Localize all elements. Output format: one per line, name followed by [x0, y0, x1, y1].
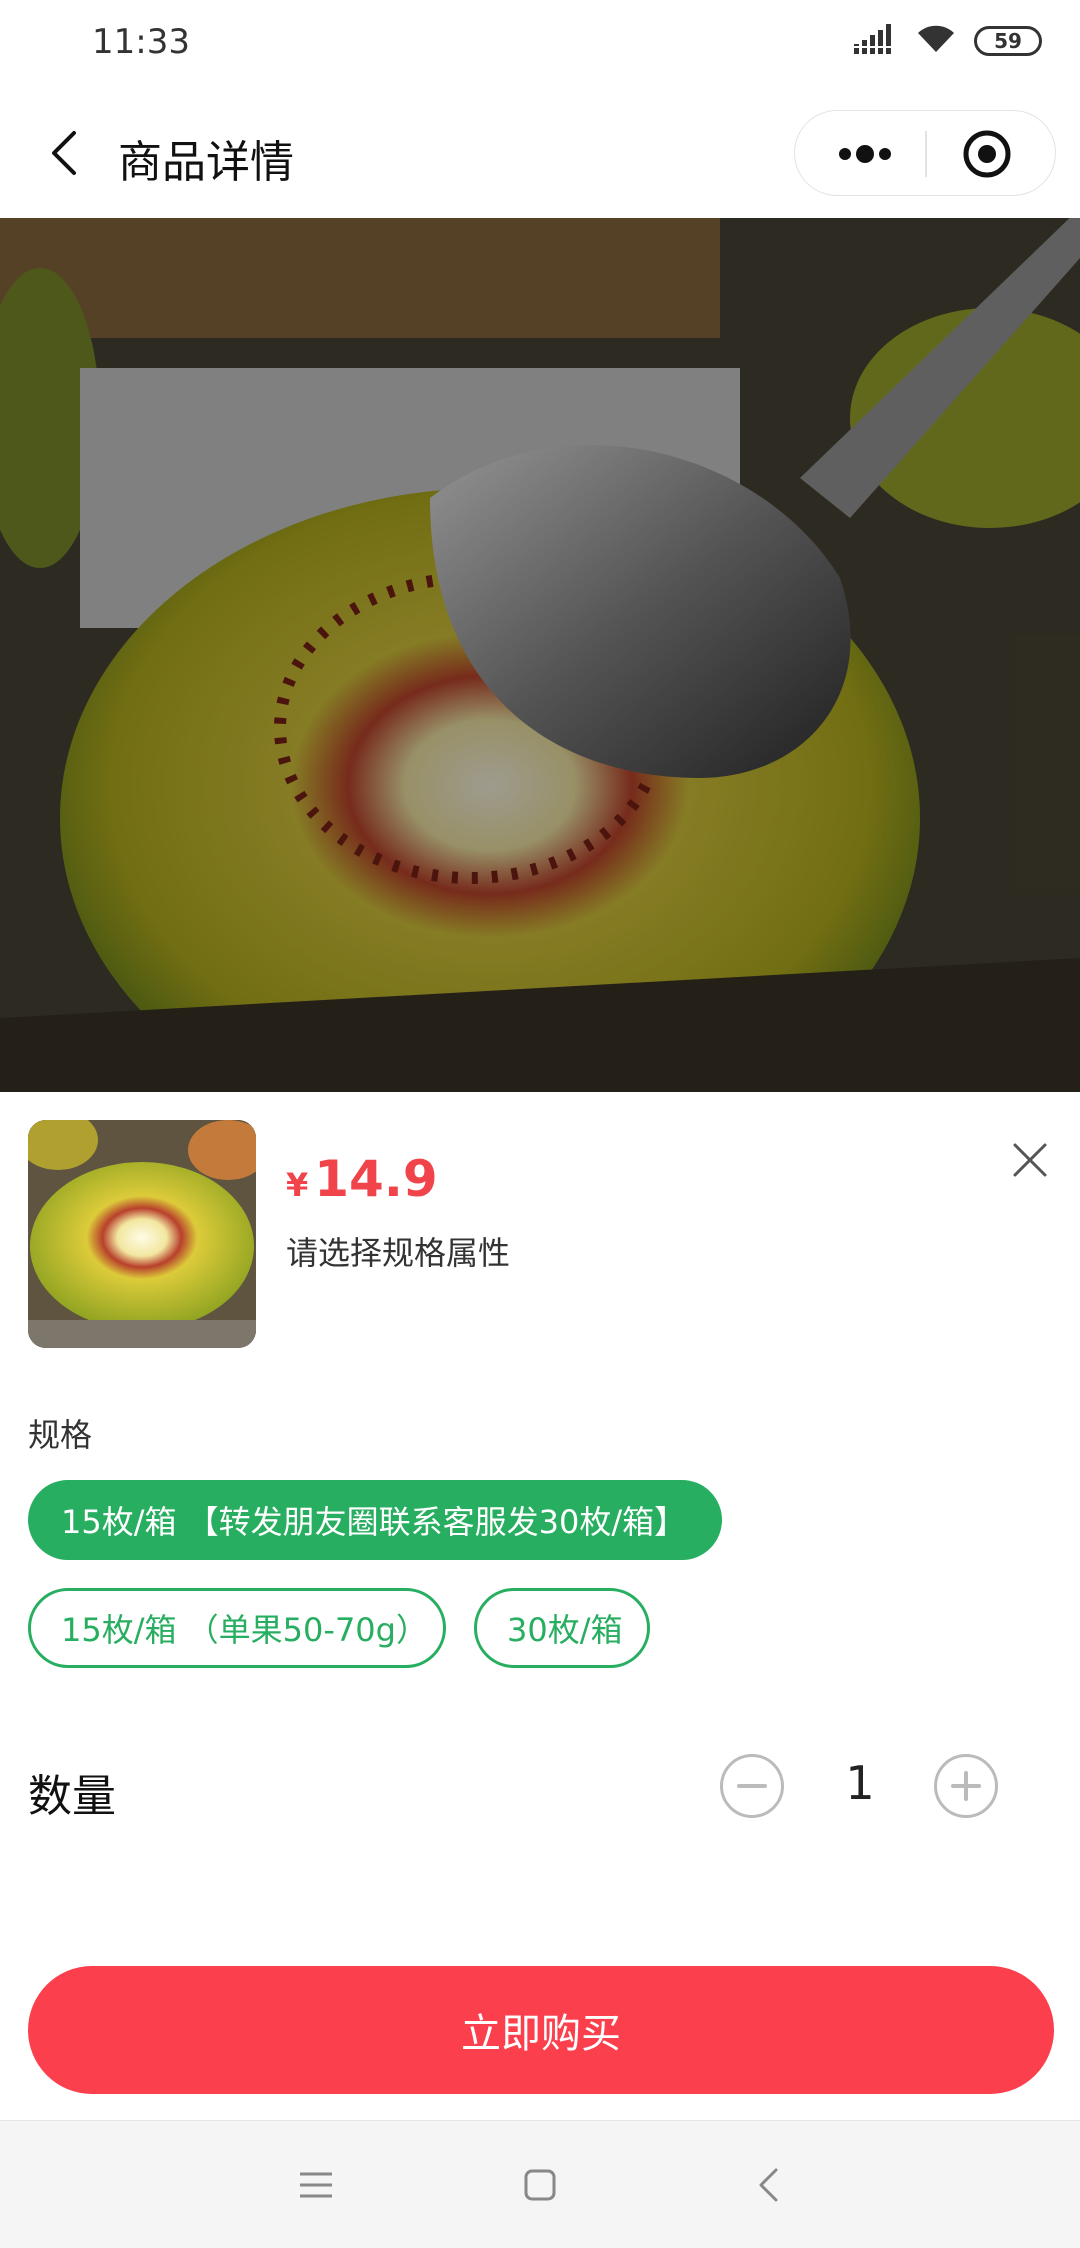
buy-now-button[interactable]: 立即购买 [28, 1966, 1054, 2094]
home-button[interactable] [510, 2155, 570, 2215]
capsule-menu [794, 110, 1056, 196]
status-icons: 59 [854, 24, 1042, 58]
minus-icon [737, 1784, 767, 1788]
price: ¥ 14.9 [286, 1150, 438, 1208]
product-image [0, 218, 1080, 1092]
nav-bar: 商品详情 [0, 90, 1080, 218]
close-icon [1013, 1143, 1047, 1177]
close-sheet-button[interactable] [1002, 1132, 1058, 1188]
chevron-left-icon [52, 131, 76, 175]
target-close-icon [963, 130, 1011, 178]
status-time: 11:33 [92, 22, 190, 62]
price-value: 14.9 [314, 1150, 438, 1208]
quantity-decrease-button[interactable] [720, 1754, 784, 1818]
wifi-icon [916, 24, 956, 58]
image-overlay [0, 218, 1080, 1092]
quantity-increase-button[interactable] [934, 1754, 998, 1818]
page-title: 商品详情 [118, 137, 294, 188]
currency-symbol: ¥ [286, 1166, 309, 1204]
miniprogram-close-button[interactable] [937, 111, 1037, 197]
more-button[interactable] [815, 111, 915, 197]
status-bar: 11:33 59 [0, 0, 1080, 90]
quantity-label: 数量 [28, 1771, 116, 1822]
recent-apps-button[interactable] [286, 2155, 346, 2215]
spec-sheet: ¥ 14.9 请选择规格属性 规格 15枚/箱 【转发朋友圈联系客服发30枚/箱… [0, 1092, 1080, 2120]
battery-icon: 59 [974, 26, 1042, 56]
menu-icon [300, 2172, 332, 2198]
signal-icon [854, 24, 898, 58]
spec-option-2[interactable]: 15枚/箱 （单果50-70g） [28, 1588, 446, 1668]
kiwi-thumbnail-icon [28, 1120, 256, 1348]
select-spec-hint: 请选择规格属性 [286, 1234, 511, 1272]
capsule-divider [925, 131, 927, 177]
spec-option-1[interactable]: 15枚/箱 【转发朋友圈联系客服发30枚/箱】 [28, 1480, 722, 1560]
system-nav-bar [0, 2120, 1080, 2248]
spec-option-3[interactable]: 30枚/箱 [474, 1588, 650, 1668]
home-square-icon [524, 2169, 556, 2201]
spec-label: 规格 [28, 1416, 93, 1454]
quantity-value[interactable]: 1 [820, 1756, 900, 1810]
product-thumbnail [28, 1120, 256, 1348]
back-arrow-icon [759, 2168, 778, 2202]
more-dots-icon [839, 145, 891, 163]
back-button[interactable] [36, 120, 92, 186]
plus-icon [951, 1771, 981, 1801]
system-back-button[interactable] [738, 2155, 798, 2215]
